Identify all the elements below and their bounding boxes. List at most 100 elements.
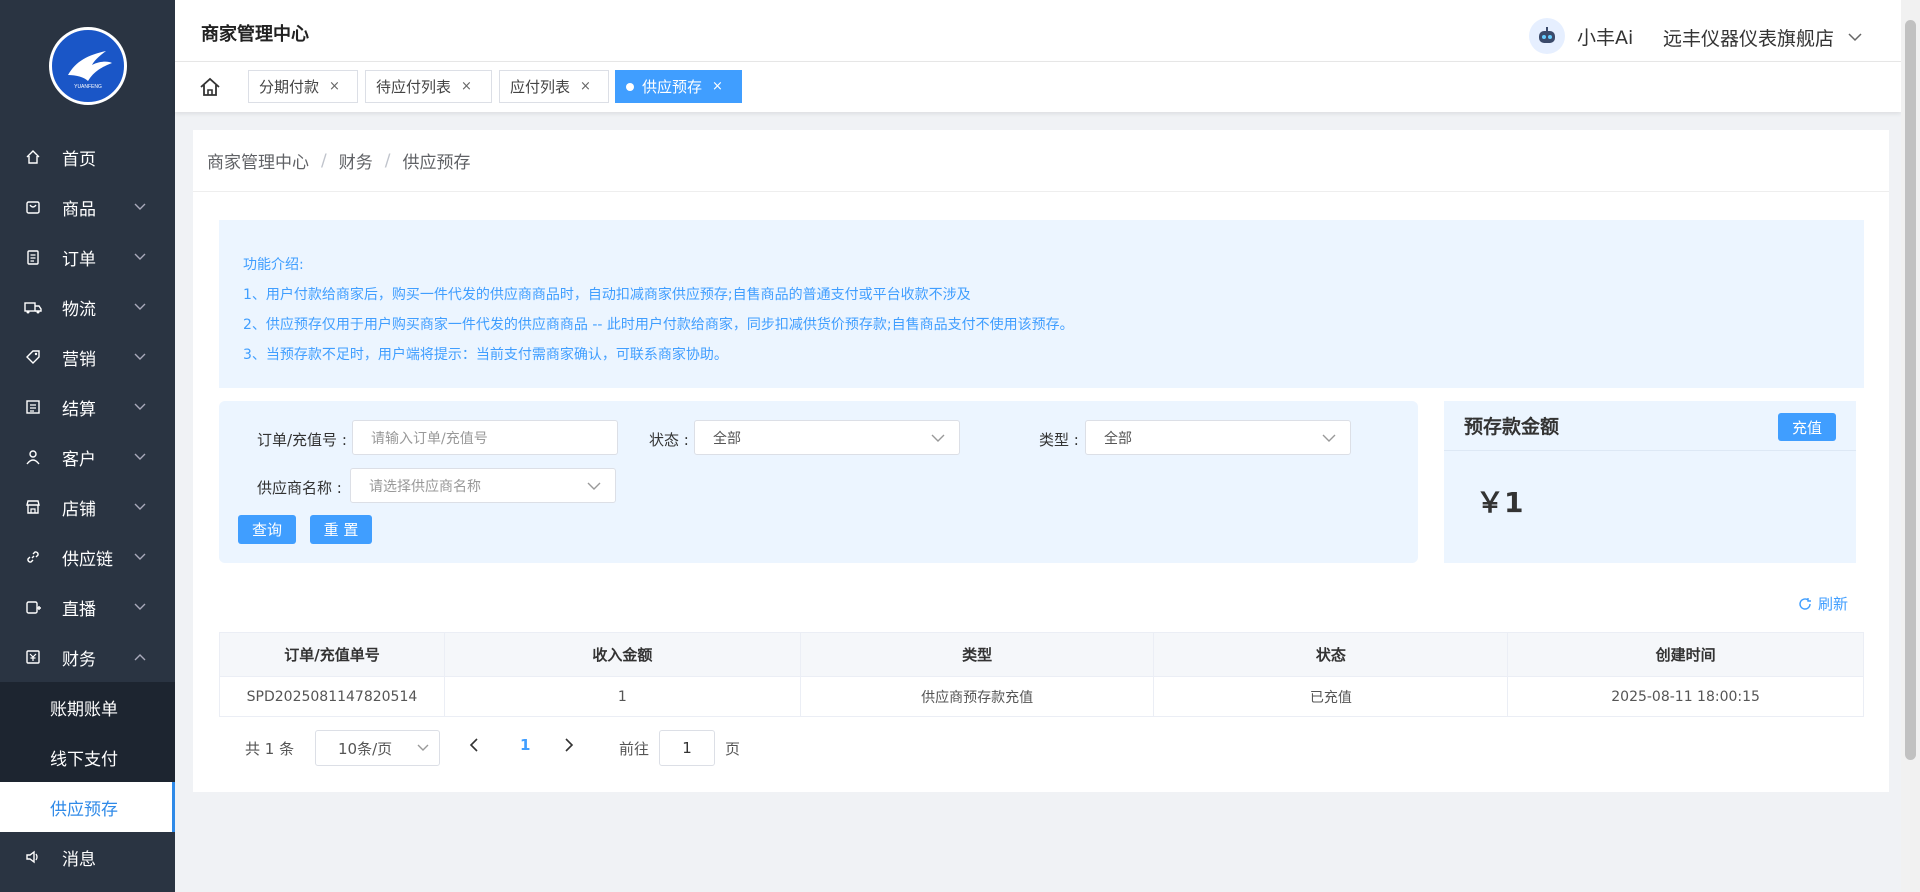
- table-cell: 2025-08-11 18:00:15: [1507, 676, 1864, 717]
- chevron-down-icon: [133, 500, 147, 514]
- close-icon[interactable]: ×: [329, 79, 340, 94]
- status-label: 状态 :: [649, 431, 689, 449]
- sidebar: YUANFENG 首页 商品 订单 物流 营销 结算 客户 店铺 供应链 直播 …: [0, 0, 175, 892]
- supplier-placeholder: 请选择供应商名称: [369, 478, 481, 495]
- sidebar-item-label: 消息: [62, 849, 96, 870]
- status-select[interactable]: 全部: [694, 420, 960, 455]
- close-icon[interactable]: ×: [461, 79, 472, 94]
- chevron-down-icon: [1322, 434, 1336, 442]
- breadcrumb-separator: /: [384, 150, 391, 171]
- ai-assistant[interactable]: 小丰Ai: [1529, 18, 1633, 54]
- sidebar-item-label: 供应预存: [50, 799, 118, 820]
- supplier-select[interactable]: 请选择供应商名称: [350, 468, 616, 503]
- close-icon[interactable]: ×: [712, 79, 723, 94]
- breadcrumb-separator: /: [321, 150, 327, 171]
- intro-title: 功能介绍:: [243, 257, 304, 273]
- supplier-label: 供应商名称 :: [257, 479, 342, 497]
- brand-logo[interactable]: YUANFENG: [48, 27, 127, 105]
- sidebar-item-message[interactable]: 消息: [0, 832, 175, 882]
- top-header: 商家管理中心 小丰Ai 远丰仪器仪表旗舰店: [175, 0, 1901, 62]
- page-scrollbar[interactable]: [1901, 0, 1920, 892]
- sidebar-item-label: 营销: [62, 349, 96, 370]
- sidebar-item-customers[interactable]: 客户: [0, 432, 175, 482]
- table-row[interactable]: SPD2025081147820514 1 供应商预存款充值 已充值 2025-…: [219, 676, 1864, 717]
- goto-label: 前往: [619, 740, 650, 758]
- breadcrumb-item[interactable]: 商家管理中心: [207, 148, 309, 173]
- link-icon: [24, 548, 42, 566]
- breadcrumb-item[interactable]: 财务: [339, 148, 373, 173]
- tab-label: 应付列表: [510, 78, 571, 96]
- sidebar-item-period-bill[interactable]: 账期账单: [0, 682, 175, 732]
- tab-payable[interactable]: 应付列表 ×: [499, 70, 609, 103]
- chevron-down-icon: [1848, 33, 1862, 42]
- type-select[interactable]: 全部: [1085, 420, 1351, 455]
- close-icon[interactable]: ×: [580, 79, 591, 94]
- chevron-down-icon: [133, 450, 147, 464]
- sidebar-item-label: 首页: [62, 149, 96, 170]
- breadcrumb: 商家管理中心 / 财务 / 供应预存: [193, 130, 1889, 192]
- sidebar-item-shop[interactable]: 店铺: [0, 482, 175, 532]
- refresh-icon: [1798, 597, 1812, 611]
- active-dot-icon: [626, 82, 634, 91]
- chevron-left-icon[interactable]: [469, 738, 479, 752]
- sidebar-item-marketing[interactable]: 营销: [0, 332, 175, 382]
- sidebar-item-finance[interactable]: 财务: [0, 632, 175, 682]
- sidebar-item-logistics[interactable]: 物流: [0, 282, 175, 332]
- goto-page-input[interactable]: 1: [659, 730, 715, 766]
- recharge-button[interactable]: 充值: [1778, 413, 1836, 441]
- tab-supply-prestore[interactable]: 供应预存 ×: [615, 70, 742, 103]
- store-selector[interactable]: 远丰仪器仪表旗舰店: [1663, 24, 1862, 51]
- chevron-down-icon: [133, 400, 147, 414]
- sidebar-item-label: 财务: [62, 649, 96, 670]
- sidebar-item-label: 物流: [62, 299, 96, 320]
- sidebar-item-label: 客户: [62, 449, 96, 470]
- sidebar-item-label: 供应链: [62, 549, 113, 570]
- sidebar-menu: 首页 商品 订单 物流 营销 结算 客户 店铺 供应链 直播 财务: [0, 132, 175, 682]
- tab-label: 待应付列表: [376, 78, 452, 96]
- pagination-total: 共 1 条: [245, 740, 295, 758]
- table-cell: 供应商预存款充值: [799, 676, 1155, 717]
- sidebar-item-orders[interactable]: 订单: [0, 232, 175, 282]
- page-title: 商家管理中心: [201, 24, 309, 45]
- tag-icon: [24, 348, 42, 366]
- tab-pending-payable[interactable]: 待应付列表 ×: [365, 70, 492, 103]
- refresh-button[interactable]: 刷新: [1798, 593, 1848, 614]
- sidebar-item-supply-chain[interactable]: 供应链: [0, 532, 175, 582]
- page-size-value: 10条/页: [338, 739, 393, 758]
- chevron-right-icon[interactable]: [564, 738, 574, 752]
- prestore-title: 预存款金额: [1464, 416, 1560, 438]
- scrollbar-thumb[interactable]: [1905, 20, 1916, 760]
- sidebar-item-label: 店铺: [62, 499, 96, 520]
- sidebar-item-label: 订单: [62, 249, 96, 270]
- chevron-down-icon: [931, 434, 945, 442]
- sidebar-item-label: 商品: [62, 199, 96, 220]
- sidebar-item-label: 结算: [62, 399, 96, 420]
- table-header-row: 订单/充值单号 收入金额 类型 状态 创建时间: [219, 632, 1864, 677]
- column-header: 状态: [1153, 632, 1509, 677]
- main-content: 商家管理中心 / 财务 / 供应预存 功能介绍: 1、用户付款给商家后，购买一件…: [193, 130, 1889, 792]
- query-button[interactable]: 查询: [238, 515, 296, 544]
- order-input[interactable]: 请输入订单/充值号: [352, 420, 618, 455]
- home-icon[interactable]: [199, 76, 221, 98]
- refresh-label: 刷新: [1818, 595, 1849, 613]
- tabs-bar: 分期付款 × 待应付列表 × 应付列表 × 供应预存 ×: [175, 62, 1901, 112]
- tab-installment[interactable]: 分期付款 ×: [248, 70, 358, 103]
- sidebar-item-label: 线下支付: [50, 749, 118, 770]
- sidebar-item-offline-pay[interactable]: 线下支付: [0, 732, 175, 782]
- prestore-panel: 预存款金额 充值 ￥1: [1444, 401, 1856, 563]
- column-header: 收入金额: [443, 632, 801, 677]
- home-icon: [24, 148, 42, 166]
- sidebar-item-live[interactable]: 直播: [0, 582, 175, 632]
- sidebar-item-supply-prestore[interactable]: 供应预存: [0, 782, 175, 832]
- reset-button[interactable]: 重 置: [310, 515, 372, 544]
- live-icon: [24, 598, 42, 616]
- finance-icon: [24, 648, 42, 666]
- svg-text:YUANFENG: YUANFENG: [74, 84, 102, 90]
- filter-panel: 订单/充值号 : 请输入订单/充值号 状态 : 全部 类型 : 全部 供应商名称…: [219, 401, 1418, 563]
- bag-icon: [24, 198, 42, 216]
- page-number-current[interactable]: 1: [520, 736, 530, 754]
- sidebar-item-home[interactable]: 首页: [0, 132, 175, 182]
- sidebar-item-products[interactable]: 商品: [0, 182, 175, 232]
- sidebar-item-settlement[interactable]: 结算: [0, 382, 175, 432]
- page-size-select[interactable]: 10条/页: [315, 730, 440, 766]
